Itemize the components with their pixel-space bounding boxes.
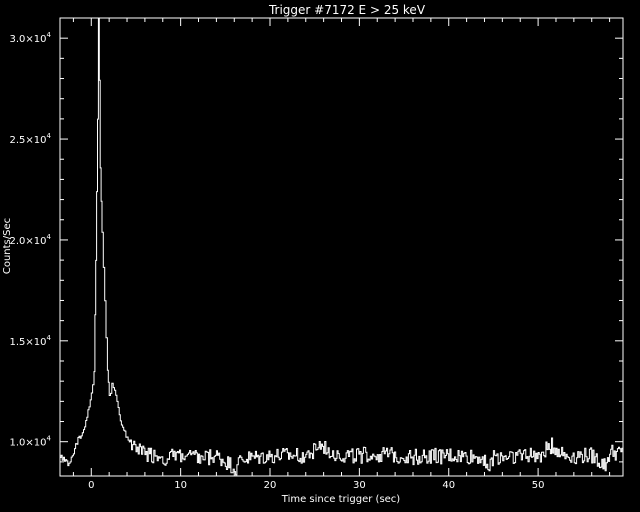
y-tick-exponent: 4 — [47, 132, 52, 140]
x-tick-label: 40 — [442, 480, 455, 491]
x-axis-title: Time since trigger (sec) — [281, 494, 401, 505]
y-tick-mantissa: 3.0 — [10, 34, 26, 45]
y-axis: 1.0×104 1.5×104 2.0×104 2.5×104 3.0×104 — [10, 17, 623, 463]
y-tick-label: 1.5×104 — [10, 334, 52, 348]
x-tick-label: 20 — [264, 480, 277, 491]
y-tick-mantissa: 1.0 — [10, 438, 26, 449]
y-tick-exponent: 4 — [47, 233, 52, 241]
y-tick-label: 2.5×104 — [10, 132, 52, 146]
y-axis-title: Counts/Sec — [2, 218, 13, 274]
series-layer — [60, 17, 623, 476]
y-tick-label: 2.0×104 — [10, 233, 52, 247]
x-axis: 0 10 20 30 40 50 — [72, 18, 611, 491]
y-tick-mantissa: 1.5 — [10, 337, 26, 348]
y-tick-exponent: 4 — [47, 435, 52, 443]
y-tick-mantissa: 2.5 — [10, 135, 26, 146]
x-tick-label: 50 — [532, 480, 545, 491]
light-curve-chart: Trigger #7172 E > 25 keV 0 10 20 30 40 50 1.0… — [2, 3, 624, 505]
y-tick-label: 3.0×104 — [10, 31, 52, 45]
plot-frame — [59, 17, 624, 477]
y-tick-exponent: 4 — [47, 31, 52, 39]
count-rate-series — [60, 17, 623, 476]
x-tick-label: 30 — [353, 480, 366, 491]
x-tick-label: 0 — [88, 480, 94, 491]
y-tick-label: 1.0×104 — [10, 435, 52, 449]
chart-title: Trigger #7172 E > 25 keV — [268, 3, 426, 17]
y-tick-exponent: 4 — [47, 334, 52, 342]
x-tick-label: 10 — [174, 480, 187, 491]
